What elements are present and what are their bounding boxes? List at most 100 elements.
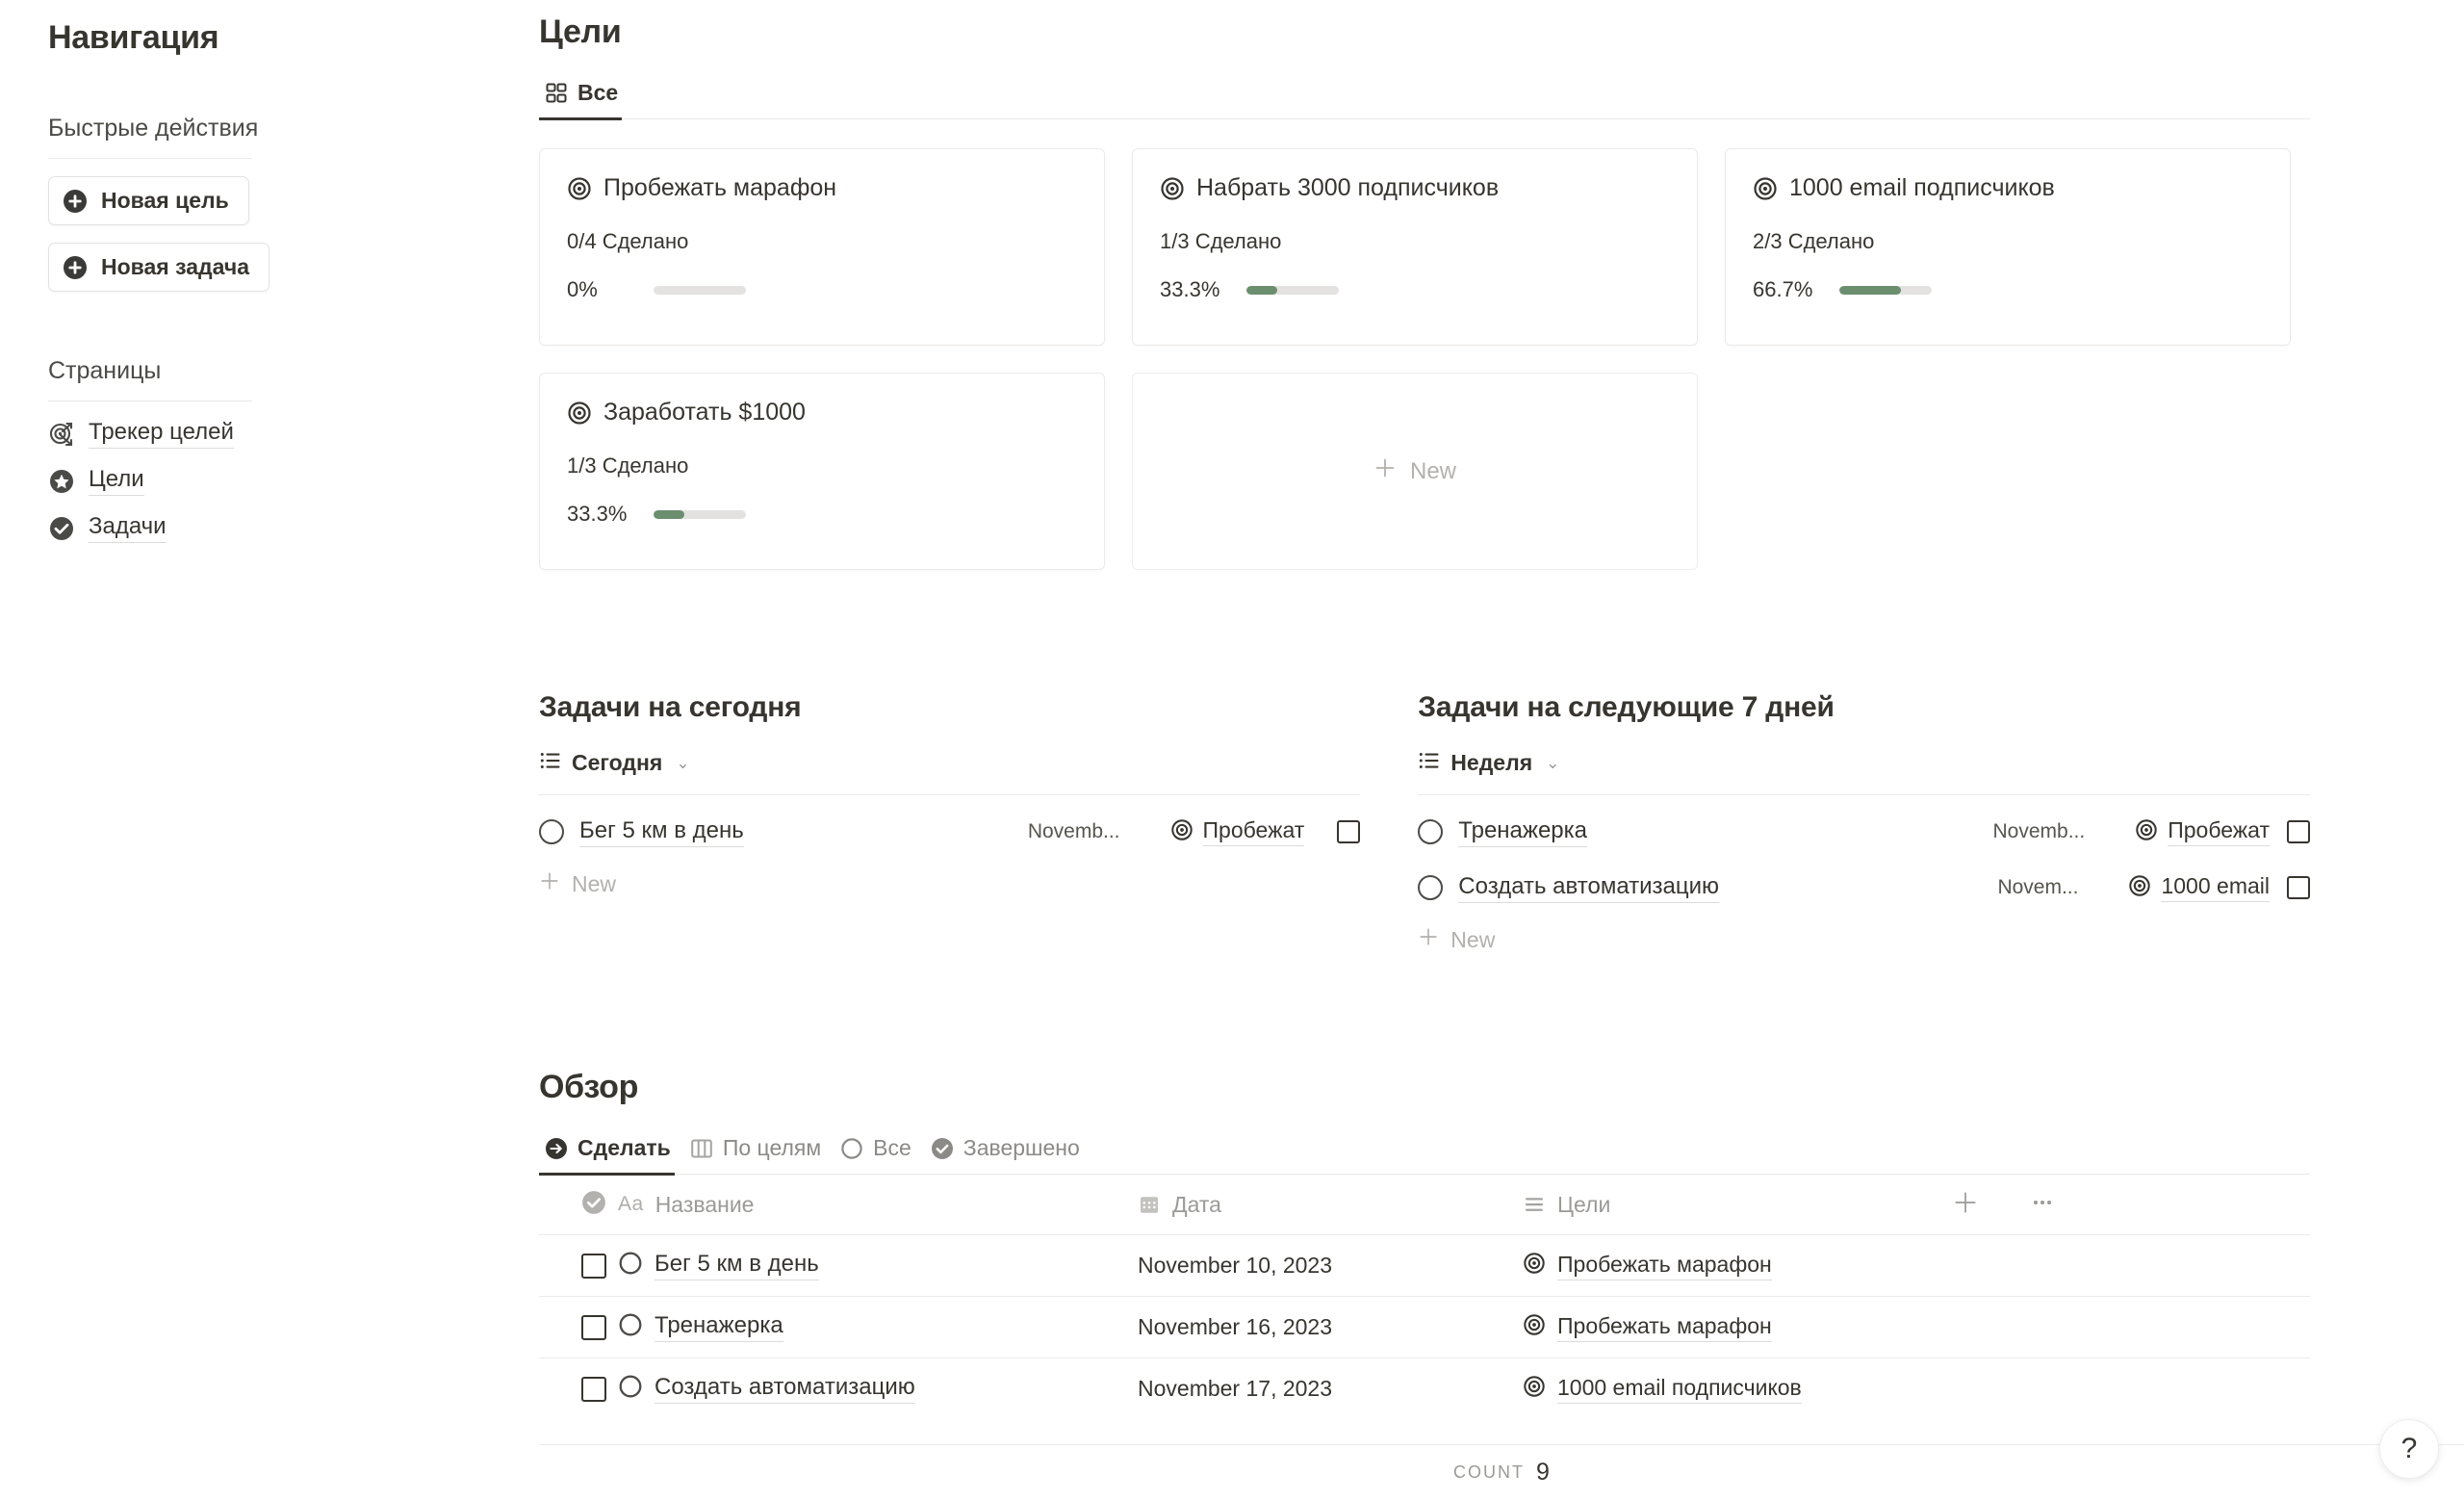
quick-actions-buttons: Новая цель Новая задача [48,159,491,292]
row-date-cell[interactable]: November 16, 2023 [1138,1314,1523,1340]
task-status-circle-icon[interactable] [1418,875,1444,900]
task-status-circle-icon[interactable] [539,819,564,844]
tab-overview-by-goals[interactable]: По целям [684,1135,834,1175]
task-status-circle-icon[interactable] [1418,819,1444,844]
today-view-label: Сегодня [572,750,663,775]
week-new-label: New [1450,926,1496,952]
progress-fill [654,509,684,519]
sidebar-title: Навигация [48,19,219,56]
question-mark-icon: ? [2400,1433,2418,1464]
task-goal[interactable]: Пробежат [2135,817,2270,846]
row-goal[interactable]: Пробежать марафон [1557,1252,1772,1280]
row-goal-cell[interactable]: 1000 email подписчиков [1523,1375,1927,1404]
row-goal-cell[interactable]: Пробежать марафон [1523,1313,1927,1342]
sidebar-item-goal-tracker[interactable]: Трекер целей [48,419,491,449]
tab-overview-completed[interactable]: Завершено [925,1135,1093,1175]
list-icon [539,749,562,777]
plus-icon [539,870,560,897]
table-header-date[interactable]: Дата [1138,1192,1523,1218]
row-date: November 16, 2023 [1138,1314,1333,1339]
table-row[interactable]: Тренажерка November 16, 2023 Пробежать м… [539,1296,2310,1358]
tab-label: Все [578,80,619,105]
sidebar-item-goals[interactable]: Цели [48,466,491,496]
task-row[interactable]: Создать автоматизацию Novem... 1000 emai… [1418,868,2310,907]
add-column-button[interactable] [1927,1190,2004,1220]
row-checkbox-cell[interactable] [539,1376,618,1402]
table-more-button[interactable] [2004,1190,2081,1220]
target-icon [1170,818,1194,846]
table-row[interactable]: Создать автоматизацию November 17, 2023 … [539,1358,2310,1419]
row-date-cell[interactable]: November 10, 2023 [1138,1253,1523,1279]
week-new-task[interactable]: New [1418,926,2310,953]
table-header-name[interactable]: Aa Название [618,1192,1138,1218]
new-goal-card-inner: New [1373,456,1456,486]
row-name-cell[interactable]: Тренажерка [618,1312,1138,1342]
new-goal-card[interactable]: New [1132,373,1698,570]
row-name-cell[interactable]: Создать автоматизацию [618,1374,1138,1404]
goal-card[interactable]: 1000 email подписчиков 2/3 Сделано 66.7% [1725,148,2291,346]
calendar-icon [1138,1193,1161,1216]
tasks-table: Aa Название Дата Цели Бег 5 км в день No… [539,1175,2310,1419]
row-date: November 10, 2023 [1138,1253,1333,1278]
goal-card-title-row: 1000 email подписчиков [1753,174,2263,202]
task-row[interactable]: Бег 5 км в день Novemb... Пробежат [539,813,1361,851]
tab-overview-todo[interactable]: Сделать [539,1135,684,1176]
task-checkbox[interactable] [2287,820,2310,843]
task-name[interactable]: Тренажерка [1458,817,1588,847]
tab-goals-all[interactable]: Все [539,80,631,120]
table-header-goals[interactable]: Цели [1523,1192,1927,1218]
task-checkbox[interactable] [1337,820,1361,843]
row-goal-cell[interactable]: Пробежать марафон [1523,1252,1927,1280]
new-goal-card-label: New [1409,457,1456,484]
row-name-cell[interactable]: Бег 5 км в день [618,1251,1138,1280]
task-checkbox[interactable] [2287,876,2310,899]
main-content: Цели Все Пробежать марафон 0/4 Сделано 0… [539,0,2464,1500]
goal-card[interactable]: Заработать $1000 1/3 Сделано 33.3% [539,373,1105,570]
task-name[interactable]: Создать автоматизацию [1458,873,1720,903]
target-icon [1753,176,1778,201]
row-name[interactable]: Тренажерка [654,1312,783,1342]
list-icon [1418,749,1441,777]
row-name[interactable]: Создать автоматизацию [654,1374,915,1404]
plus-icon [1418,926,1439,953]
row-checkbox-cell[interactable] [539,1314,618,1340]
table-row[interactable]: Бег 5 км в день November 10, 2023 Пробеж… [539,1234,2310,1296]
progress-bar [654,509,746,519]
task-name[interactable]: Бег 5 км в день [579,817,744,847]
today-new-task[interactable]: New [539,870,1360,897]
row-date-cell[interactable]: November 17, 2023 [1138,1376,1523,1402]
goal-card-done: 1/3 Сделано [1160,229,1282,253]
row-name[interactable]: Бег 5 км в день [654,1251,819,1280]
task-status-circle-icon [618,1312,643,1342]
today-title: Задачи на сегодня [539,691,802,723]
row-checkbox[interactable] [581,1314,606,1340]
goals-section: Цели Все Пробежать марафон 0/4 Сделано 0… [539,13,2310,570]
goal-card[interactable]: Пробежать марафон 0/4 Сделано 0% [539,148,1105,346]
check-circle-icon [931,1137,954,1160]
task-goal[interactable]: 1000 email [2128,873,2270,902]
goal-card-done: 2/3 Сделано [1753,229,1875,253]
sidebar-item-label: Трекер целей [89,419,234,449]
goal-card-title-row: Заработать $1000 [567,399,1077,427]
week-view-selector[interactable]: Неделя ⌄ [1418,749,2310,777]
tab-overview-all[interactable]: Все [834,1135,925,1175]
today-view-selector[interactable]: Сегодня ⌄ [539,749,1360,777]
row-checkbox-cell[interactable] [539,1253,618,1279]
task-row[interactable]: Тренажерка Novemb... Пробежат [1418,813,2310,851]
week-divider [1418,794,2310,795]
table-header-select-all[interactable] [539,1190,618,1220]
row-goal[interactable]: 1000 email подписчиков [1557,1375,1802,1404]
row-checkbox[interactable] [581,1376,606,1402]
today-divider [539,794,1361,795]
new-goal-button[interactable]: Новая цель [48,176,249,225]
help-button[interactable]: ? [2379,1419,2439,1479]
row-checkbox[interactable] [581,1253,606,1279]
row-date: November 17, 2023 [1138,1376,1333,1401]
new-task-button[interactable]: Новая задача [48,243,270,292]
task-goal[interactable]: Пробежат [1170,817,1305,846]
goal-card[interactable]: Набрать 3000 подписчиков 1/3 Сделано 33.… [1132,148,1698,346]
task-date: Novemb... [1027,820,1120,842]
quick-actions-label: Быстрые действия [48,115,259,142]
row-goal[interactable]: Пробежать марафон [1557,1313,1772,1342]
sidebar-item-tasks[interactable]: Задачи [48,513,491,543]
